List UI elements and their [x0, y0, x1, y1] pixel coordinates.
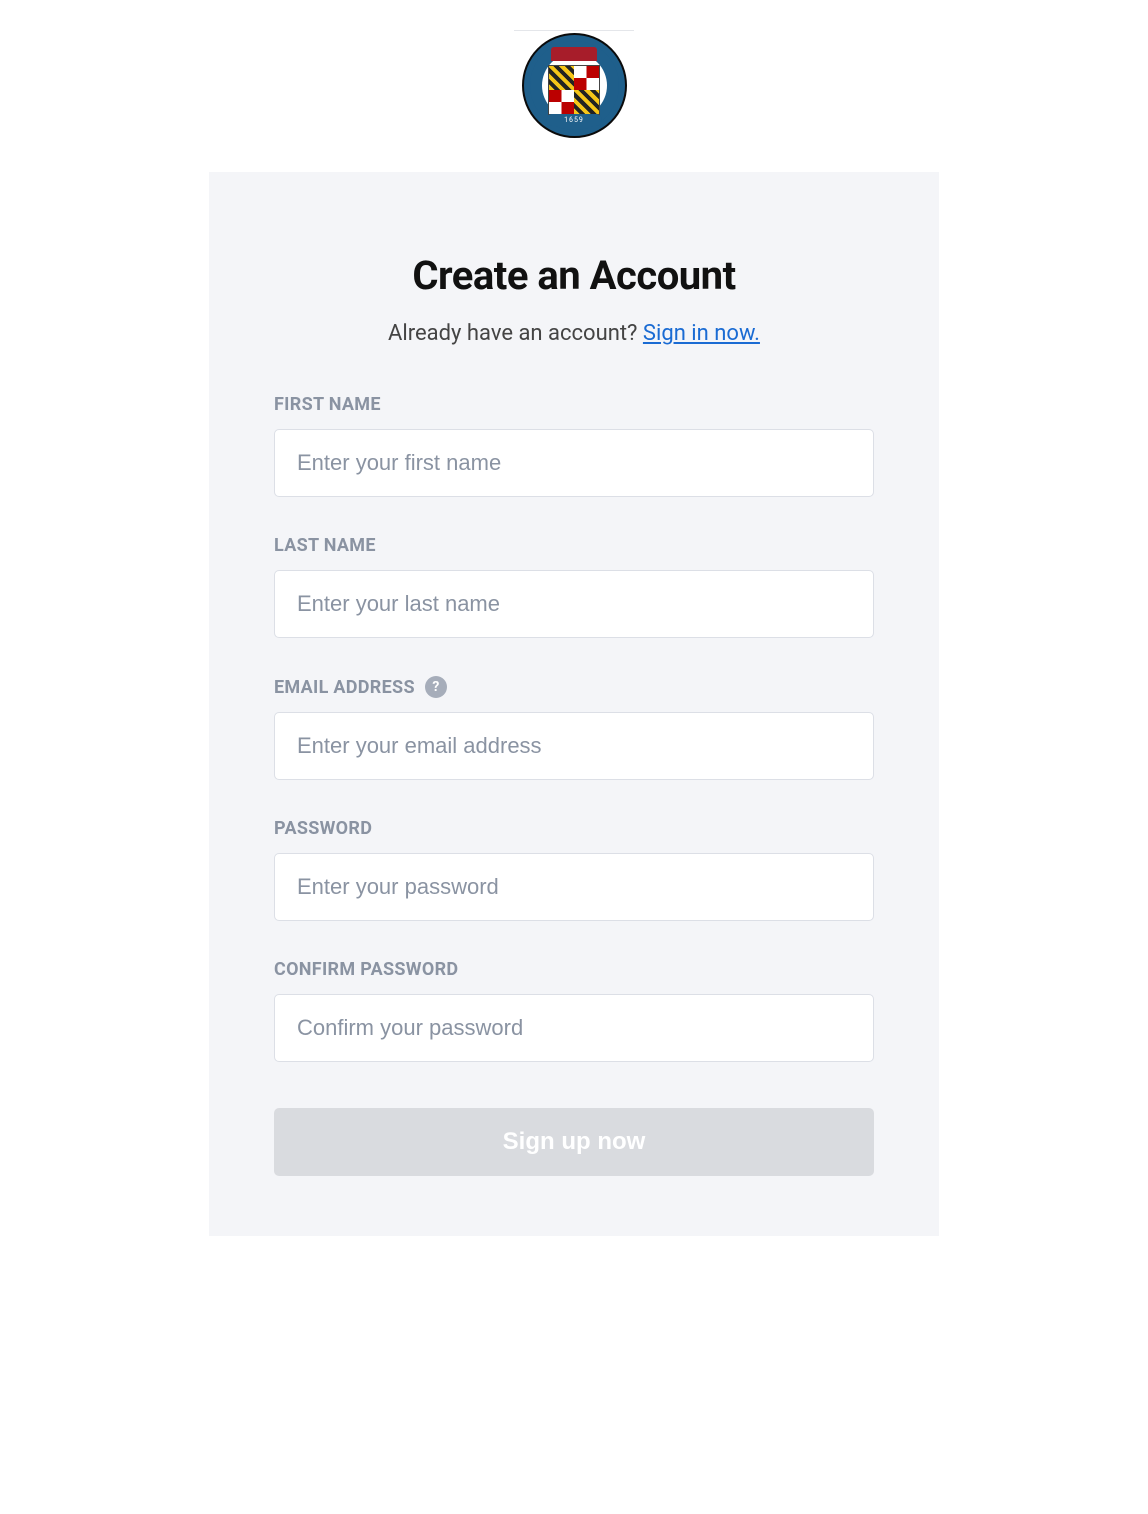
email-input[interactable] [274, 712, 874, 780]
email-field-group: EMAIL ADDRESS ? [274, 676, 874, 780]
signup-card: Create an Account Already have an accoun… [209, 172, 939, 1236]
signin-link[interactable]: Sign in now. [643, 321, 760, 346]
seal-banner-year: 1659 [546, 114, 602, 126]
password-label: PASSWORD [274, 818, 372, 839]
last-name-input[interactable] [274, 570, 874, 638]
help-icon[interactable]: ? [425, 676, 447, 698]
signin-prompt: Already have an account? Sign in now. [274, 321, 874, 346]
password-field-group: PASSWORD [274, 818, 874, 921]
signup-form: FIRST NAME LAST NAME EMAIL ADDRESS ? PAS… [274, 394, 874, 1176]
first-name-field-group: FIRST NAME [274, 394, 874, 497]
confirm-password-label: CONFIRM PASSWORD [274, 959, 458, 980]
signup-button[interactable]: Sign up now [274, 1108, 874, 1176]
page-title: Create an Account [274, 252, 874, 299]
last-name-label: LAST NAME [274, 535, 376, 556]
signin-prompt-text: Already have an account? [388, 321, 643, 346]
email-label: EMAIL ADDRESS [274, 677, 415, 698]
header-divider [514, 30, 634, 31]
confirm-password-field-group: CONFIRM PASSWORD [274, 959, 874, 1062]
password-input[interactable] [274, 853, 874, 921]
first-name-input[interactable] [274, 429, 874, 497]
last-name-field-group: LAST NAME [274, 535, 874, 638]
first-name-label: FIRST NAME [274, 394, 381, 415]
county-seal-logo: 1659 [522, 33, 627, 138]
confirm-password-input[interactable] [274, 994, 874, 1062]
